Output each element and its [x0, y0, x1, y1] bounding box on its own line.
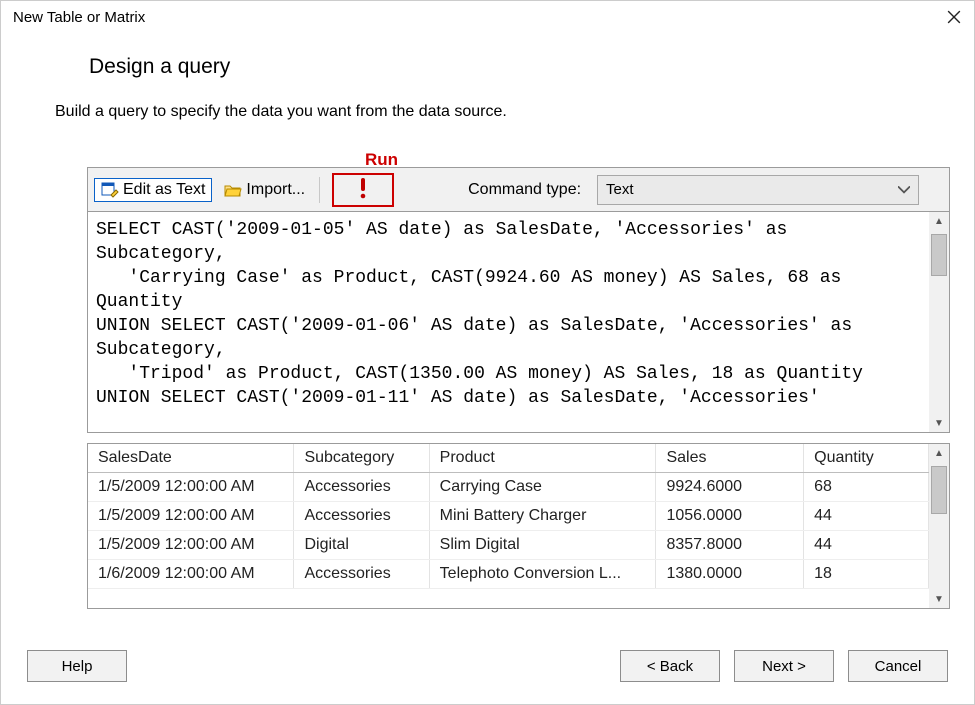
- exclamation-icon: [358, 177, 368, 202]
- back-button[interactable]: < Back: [620, 650, 720, 682]
- table-cell: 8357.8000: [656, 531, 804, 560]
- col-header[interactable]: SalesDate: [88, 444, 294, 473]
- table-cell: Accessories: [294, 560, 429, 589]
- table-cell: 1/6/2009 12:00:00 AM: [88, 560, 294, 589]
- page-heading: Design a query: [1, 31, 974, 79]
- table-row[interactable]: 1/5/2009 12:00:00 AMAccessoriesMini Batt…: [88, 502, 929, 531]
- query-toolbar: Edit as Text Import... Command type: Tex…: [87, 167, 950, 211]
- scroll-thumb[interactable]: [931, 234, 947, 276]
- table-cell: 18: [804, 560, 929, 589]
- table-header-row: SalesDate Subcategory Product Sales Quan…: [88, 444, 929, 473]
- command-type-value: Text: [606, 181, 634, 198]
- results-table: SalesDate Subcategory Product Sales Quan…: [88, 444, 929, 589]
- table-cell: 1/5/2009 12:00:00 AM: [88, 473, 294, 502]
- table-cell: 1/5/2009 12:00:00 AM: [88, 502, 294, 531]
- table-cell: 1380.0000: [656, 560, 804, 589]
- command-type-select[interactable]: Text: [597, 175, 919, 205]
- table-cell: Accessories: [294, 502, 429, 531]
- folder-open-icon: [224, 181, 242, 199]
- next-button[interactable]: Next >: [734, 650, 834, 682]
- col-header[interactable]: Product: [429, 444, 656, 473]
- close-icon[interactable]: [944, 7, 964, 27]
- table-cell: 44: [804, 502, 929, 531]
- table-cell: 1/5/2009 12:00:00 AM: [88, 531, 294, 560]
- command-type-label: Command type:: [468, 181, 581, 199]
- scroll-down-icon[interactable]: ▼: [929, 414, 949, 432]
- table-cell: 1056.0000: [656, 502, 804, 531]
- table-row[interactable]: 1/5/2009 12:00:00 AMAccessoriesCarrying …: [88, 473, 929, 502]
- scroll-thumb[interactable]: [931, 466, 947, 514]
- sql-text: SELECT CAST('2009-01-05' AS date) as Sal…: [88, 212, 949, 416]
- edit-as-text-label: Edit as Text: [123, 181, 205, 199]
- sql-editor[interactable]: SELECT CAST('2009-01-05' AS date) as Sal…: [87, 211, 950, 433]
- table-cell: Telephoto Conversion L...: [429, 560, 656, 589]
- toolbar-separator: [319, 177, 320, 203]
- table-cell: Carrying Case: [429, 473, 656, 502]
- window-title: New Table or Matrix: [13, 9, 944, 26]
- table-cell: Digital: [294, 531, 429, 560]
- scroll-up-icon[interactable]: ▲: [929, 212, 949, 230]
- run-annotation: Run: [365, 150, 398, 170]
- col-header[interactable]: Quantity: [804, 444, 929, 473]
- title-bar: New Table or Matrix: [1, 1, 974, 31]
- page-description: Build a query to specify the data you wa…: [1, 79, 974, 121]
- table-cell: 68: [804, 473, 929, 502]
- table-cell: Slim Digital: [429, 531, 656, 560]
- table-row[interactable]: 1/5/2009 12:00:00 AMDigitalSlim Digital8…: [88, 531, 929, 560]
- edit-text-icon: [101, 181, 119, 199]
- import-label: Import...: [246, 181, 305, 199]
- table-row[interactable]: 1/6/2009 12:00:00 AMAccessoriesTelephoto…: [88, 560, 929, 589]
- col-header[interactable]: Sales: [656, 444, 804, 473]
- import-button[interactable]: Import...: [218, 179, 311, 201]
- col-header[interactable]: Subcategory: [294, 444, 429, 473]
- chevron-down-icon: [898, 183, 910, 197]
- sql-scrollbar[interactable]: ▲ ▼: [929, 212, 949, 432]
- table-cell: 44: [804, 531, 929, 560]
- scroll-down-icon[interactable]: ▼: [929, 590, 949, 608]
- scroll-up-icon[interactable]: ▲: [929, 444, 949, 462]
- run-button[interactable]: [332, 173, 394, 207]
- cancel-button[interactable]: Cancel: [848, 650, 948, 682]
- results-scrollbar[interactable]: ▲ ▼: [929, 444, 949, 608]
- table-cell: 9924.6000: [656, 473, 804, 502]
- results-grid: SalesDate Subcategory Product Sales Quan…: [87, 443, 950, 609]
- table-cell: Mini Battery Charger: [429, 502, 656, 531]
- help-button[interactable]: Help: [27, 650, 127, 682]
- wizard-footer: Help < Back Next > Cancel: [1, 638, 974, 704]
- table-cell: Accessories: [294, 473, 429, 502]
- edit-as-text-button[interactable]: Edit as Text: [94, 178, 212, 202]
